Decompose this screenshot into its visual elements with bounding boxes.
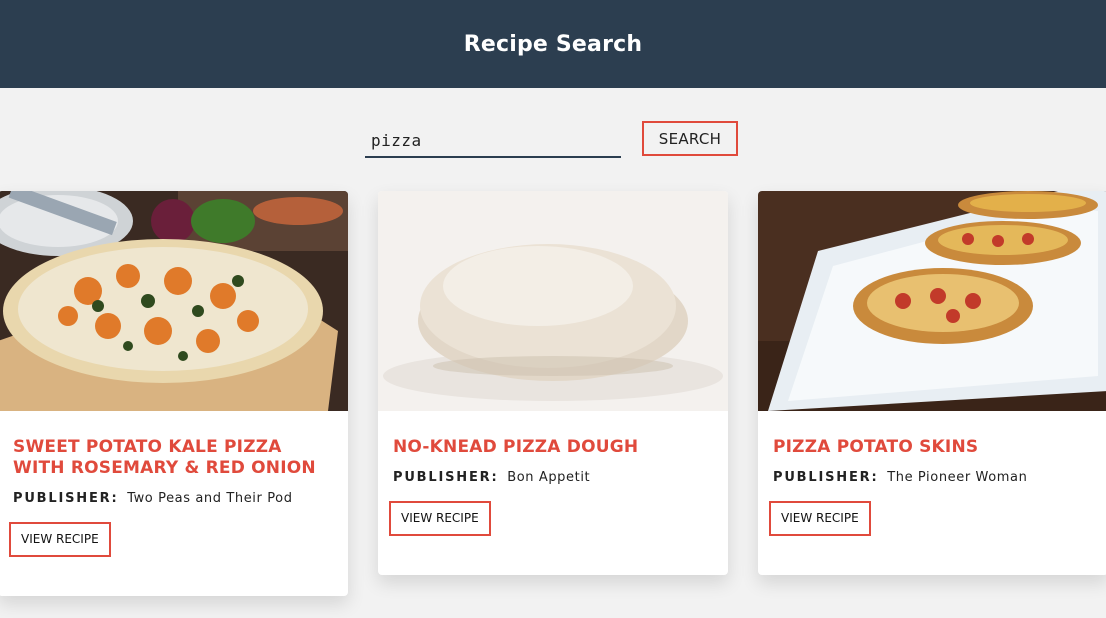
search-button[interactable]: SEARCH — [642, 121, 738, 156]
recipe-image[interactable] — [758, 191, 1106, 411]
publisher-name: Two Peas and Their Pod — [127, 491, 293, 506]
view-recipe-button[interactable]: VIEW RECIPE — [9, 522, 111, 557]
publisher-label: PUBLISHER: — [393, 470, 499, 485]
recipe-card: Sweet Potato Kale Pizza with Rosemary & … — [0, 191, 348, 596]
page-title: Recipe Search — [463, 31, 643, 57]
recipe-image[interactable] — [0, 191, 348, 411]
recipe-card: Pizza Potato Skins PUBLISHER: The Pionee… — [758, 191, 1106, 575]
publisher-row: PUBLISHER: Bon Appetit — [393, 470, 713, 485]
publisher-label: PUBLISHER: — [773, 470, 879, 485]
publisher-row: PUBLISHER: The Pioneer Woman — [773, 470, 1093, 485]
recipe-title: No-Knead Pizza Dough — [393, 437, 639, 457]
recipe-image[interactable] — [378, 191, 728, 411]
recipe-title: Pizza Potato Skins — [773, 437, 979, 457]
app-header: Recipe Search — [0, 0, 1106, 88]
recipe-card: No-Knead Pizza Dough PUBLISHER: Bon Appe… — [378, 191, 728, 575]
view-recipe-button[interactable]: VIEW RECIPE — [389, 501, 491, 536]
publisher-label: PUBLISHER: — [13, 491, 119, 506]
publisher-name: The Pioneer Woman — [887, 470, 1028, 485]
publisher-row: PUBLISHER: Two Peas and Their Pod — [13, 491, 333, 506]
view-recipe-button[interactable]: VIEW RECIPE — [769, 501, 871, 536]
publisher-name: Bon Appetit — [507, 470, 591, 485]
recipe-title: Sweet Potato Kale Pizza with Rosemary & … — [13, 437, 316, 478]
search-input[interactable] — [365, 124, 621, 158]
